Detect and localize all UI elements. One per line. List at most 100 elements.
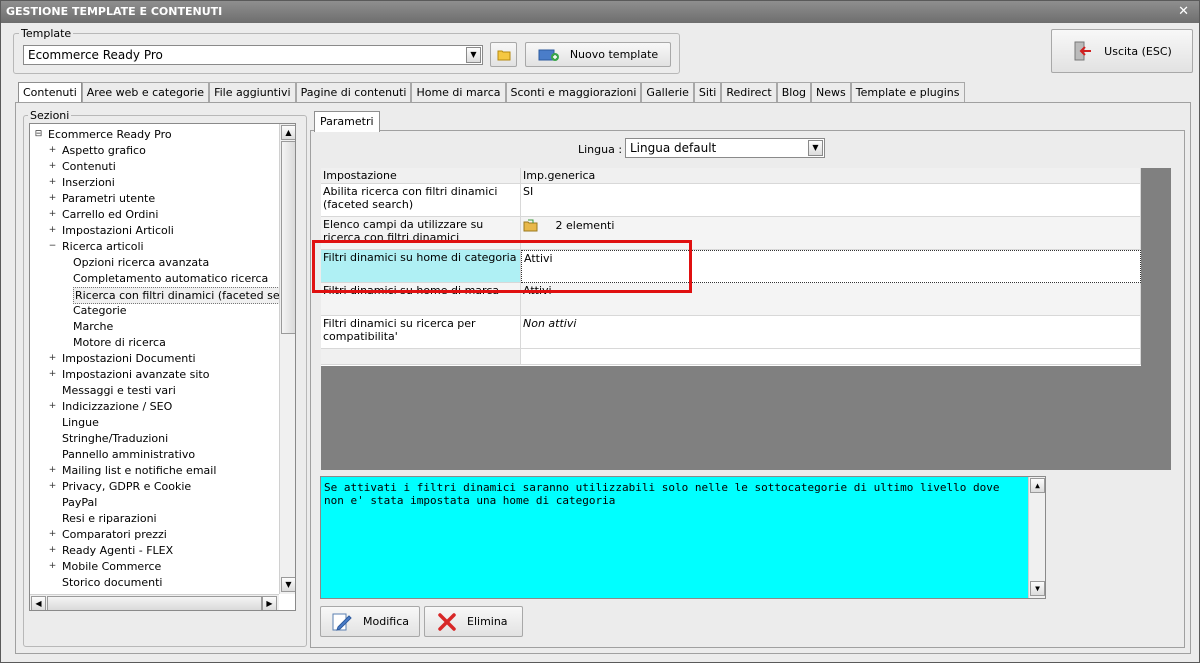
tree-item-label: Storico documenti — [62, 576, 163, 589]
tab-template-plugins[interactable]: Template e plugins — [850, 82, 965, 102]
sections-tree[interactable]: ⊟ Ecommerce Ready Pro + Aspetto grafico + C… — [29, 123, 296, 611]
delete-icon — [438, 612, 456, 631]
description-text: Se attivati i filtri dinamici saranno ut… — [324, 481, 1000, 507]
exit-button[interactable]: Uscita (ESC) — [1051, 29, 1193, 73]
main-window: GESTIONE TEMPLATE E CONTENUTI ✕ Template… — [0, 0, 1200, 663]
expand-icon[interactable]: + — [48, 194, 57, 203]
scroll-down-icon[interactable]: ▼ — [1030, 581, 1045, 596]
row-value[interactable]: Non attivi — [521, 316, 1141, 349]
main-tabs: Contenuti Aree web e categorie File aggi… — [18, 82, 965, 103]
sections-label: Sezioni — [28, 109, 72, 122]
tree-item-label: Categorie — [73, 304, 127, 317]
delete-button[interactable]: Elimina — [424, 606, 523, 637]
tree-item-label: Messaggi e testi vari — [62, 384, 176, 397]
description-box: Se attivati i filtri dinamici saranno ut… — [320, 476, 1046, 599]
lingua-select-value: Lingua default — [630, 141, 717, 155]
expand-icon[interactable]: + — [48, 546, 57, 555]
tree-item-label: Carrello ed Ordini — [62, 208, 159, 221]
tab-pagine-contenuti[interactable]: Pagine di contenuti — [295, 82, 412, 102]
row-value-text: 2 elementi — [555, 218, 615, 232]
tree-item-label: Mobile Commerce — [62, 560, 162, 573]
expand-icon[interactable]: + — [48, 482, 57, 491]
chevron-down-icon[interactable]: ▼ — [808, 140, 823, 156]
new-template-button[interactable]: Nuovo template — [525, 42, 671, 67]
tree-item-label: Impostazioni avanzate sito — [62, 368, 210, 381]
collapse-icon[interactable]: − — [48, 242, 57, 251]
new-template-icon — [538, 49, 559, 61]
tree-item-label: Marche — [73, 320, 114, 333]
close-icon[interactable]: ✕ — [1178, 1, 1189, 23]
expand-icon[interactable]: + — [48, 146, 57, 155]
title-bar: GESTIONE TEMPLATE E CONTENUTI ✕ — [1, 1, 1199, 23]
open-folder-button[interactable] — [490, 42, 517, 67]
tree-item-label: Privacy, GDPR e Cookie — [62, 480, 192, 493]
tab-parametri[interactable]: Parametri — [314, 111, 380, 132]
scroll-left-icon[interactable]: ◀ — [31, 596, 46, 610]
tree-item-label: Stringhe/Traduzioni — [62, 432, 169, 445]
tab-siti[interactable]: Siti — [693, 82, 722, 102]
lingua-select[interactable]: Lingua default ▼ — [625, 138, 825, 158]
tree-item-label: Ricerca articoli — [62, 240, 144, 253]
lingua-label: Lingua : — [578, 143, 623, 156]
template-select[interactable]: Ecommerce Ready Pro ▼ — [23, 45, 483, 65]
expand-icon[interactable]: + — [48, 466, 57, 475]
tree-scroll-thumb[interactable] — [281, 141, 295, 334]
tab-file-aggiuntivi[interactable]: File aggiuntivi — [209, 82, 296, 102]
template-label: Template — [19, 27, 74, 40]
tree-horizontal-scrollbar[interactable]: ◀ ▶ — [30, 594, 279, 610]
tab-news[interactable]: News — [811, 82, 851, 102]
folder-icon — [497, 50, 510, 60]
chevron-down-icon[interactable]: ▼ — [466, 47, 481, 63]
tab-sconti[interactable]: Sconti e maggiorazioni — [505, 82, 642, 102]
tree-item-label: Mailing list e notifiche email — [62, 464, 217, 477]
tab-blog[interactable]: Blog — [776, 82, 812, 102]
folder-icon[interactable] — [523, 219, 538, 232]
scroll-up-icon[interactable]: ▲ — [1030, 478, 1045, 493]
expand-icon[interactable]: + — [48, 354, 57, 363]
tree-item-label: Indicizzazione / SEO — [62, 400, 173, 413]
tree-item-label: PayPal — [62, 496, 98, 509]
tree-item-label: Ready Agenti - FLEX — [62, 544, 174, 557]
expand-icon[interactable]: + — [48, 562, 57, 571]
expand-icon[interactable]: + — [48, 530, 57, 539]
exit-icon — [1074, 41, 1092, 61]
tab-redirect[interactable]: Redirect — [721, 82, 777, 102]
row-value-empty — [521, 349, 1141, 365]
description-scrollbar[interactable]: ▲ ▼ — [1028, 477, 1045, 598]
tree-item-label: Ricerca con filtri dinamici (faceted sea… — [73, 287, 295, 304]
row-value[interactable]: SI — [521, 184, 1141, 217]
expand-icon[interactable]: + — [48, 178, 57, 187]
exit-label: Uscita (ESC) — [1104, 44, 1172, 58]
scroll-up-icon[interactable]: ▲ — [281, 125, 295, 140]
edit-button[interactable]: Modifica — [320, 606, 420, 637]
collapse-icon[interactable]: ⊟ — [34, 130, 43, 139]
expand-icon[interactable]: + — [48, 226, 57, 235]
scroll-down-icon[interactable]: ▼ — [281, 577, 295, 592]
expand-icon[interactable]: + — [48, 402, 57, 411]
tree-item-label: Aspetto grafico — [62, 144, 146, 157]
tree-item-label: Impostazioni Documenti — [62, 352, 196, 365]
tab-contenuti[interactable]: Contenuti — [18, 82, 82, 103]
tab-home-marca[interactable]: Home di marca — [411, 82, 506, 102]
tree-item-label: Lingue — [62, 416, 99, 429]
tab-aree-web[interactable]: Aree web e categorie — [81, 82, 210, 102]
tree-item-label: Opzioni ricerca avanzata — [73, 256, 210, 269]
tree-item-label: Impostazioni Articoli — [62, 224, 174, 237]
settings-grid-area: Impostazione Imp.generica Abilita ricerc… — [321, 168, 1171, 470]
edit-label: Modifica — [363, 615, 409, 628]
tree-item-label: Parametri utente — [62, 192, 156, 205]
tree-vertical-scrollbar[interactable]: ▲ ▼ — [279, 124, 295, 594]
template-select-value: Ecommerce Ready Pro — [28, 48, 163, 62]
tree-item-label: Motore di ricerca — [73, 336, 166, 349]
expand-icon[interactable]: + — [48, 370, 57, 379]
scroll-right-icon[interactable]: ▶ — [262, 596, 277, 610]
window-title: GESTIONE TEMPLATE E CONTENUTI — [6, 5, 223, 18]
expand-icon[interactable]: + — [48, 162, 57, 171]
tab-gallerie[interactable]: Gallerie — [641, 82, 694, 102]
row-setting[interactable]: Filtri dinamici su ricerca per compatibi… — [321, 316, 521, 349]
row-setting[interactable]: Abilita ricerca con filtri dinamici (fac… — [321, 184, 521, 217]
delete-label: Elimina — [467, 615, 508, 628]
expand-icon[interactable]: + — [48, 210, 57, 219]
row-setting-empty — [321, 349, 521, 365]
tree-hscroll-thumb[interactable] — [47, 596, 262, 610]
